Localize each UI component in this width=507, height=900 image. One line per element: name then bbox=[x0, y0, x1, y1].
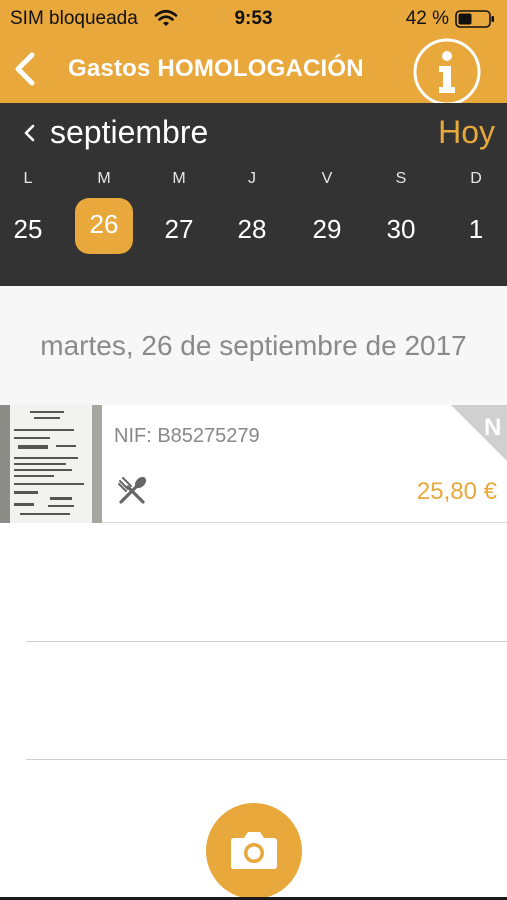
day-30[interactable]: 30 bbox=[371, 209, 431, 253]
week-calendar: septiembre Hoy L M M J V S D 25 26 27 28… bbox=[0, 103, 507, 286]
nif-label: NIF: B85275279 bbox=[114, 425, 260, 447]
weekday-label: J bbox=[248, 170, 256, 187]
weekday-label: S bbox=[395, 170, 407, 187]
weekday-label: D bbox=[470, 170, 482, 187]
back-button[interactable] bbox=[10, 50, 42, 88]
battery-icon bbox=[455, 10, 494, 28]
cutlery-icon bbox=[118, 476, 147, 504]
expense-row[interactable]: NIF: B85275279 25,80 € N bbox=[0, 405, 507, 523]
expense-amount: 25,80 € bbox=[416, 478, 497, 505]
info-icon[interactable] bbox=[412, 37, 482, 107]
receipt-thumbnail[interactable] bbox=[0, 405, 102, 523]
today-button[interactable]: Hoy bbox=[438, 114, 495, 151]
weekday-label: L bbox=[23, 170, 33, 187]
date-header: martes, 26 de septiembre de 2017 bbox=[0, 286, 507, 405]
status-badge: N bbox=[451, 405, 507, 461]
page-title: Gastos HOMOLOGACIÓN bbox=[68, 55, 364, 82]
battery-percent: 42 % bbox=[405, 8, 449, 29]
day-29[interactable]: 29 bbox=[297, 209, 357, 253]
weekday-label: V bbox=[321, 170, 333, 187]
day-28[interactable]: 28 bbox=[222, 209, 282, 253]
day-26-selected[interactable]: 26 bbox=[75, 198, 133, 254]
month-label[interactable]: septiembre bbox=[50, 114, 208, 151]
badge-letter: N bbox=[484, 414, 501, 441]
previous-month-button[interactable] bbox=[20, 119, 38, 147]
nav-bar: Gastos HOMOLOGACIÓN bbox=[0, 36, 507, 106]
weekday-label: M bbox=[172, 170, 186, 187]
day-1[interactable]: 1 bbox=[446, 209, 506, 253]
status-bar: SIM bloqueada 9:53 42 % bbox=[0, 0, 507, 36]
day-27[interactable]: 27 bbox=[149, 209, 209, 253]
day-25[interactable]: 25 bbox=[0, 209, 58, 253]
camera-icon bbox=[231, 832, 277, 869]
row-separator bbox=[26, 759, 507, 760]
row-separator bbox=[26, 641, 507, 642]
camera-button[interactable] bbox=[206, 803, 302, 899]
weekday-label: M bbox=[97, 170, 111, 187]
